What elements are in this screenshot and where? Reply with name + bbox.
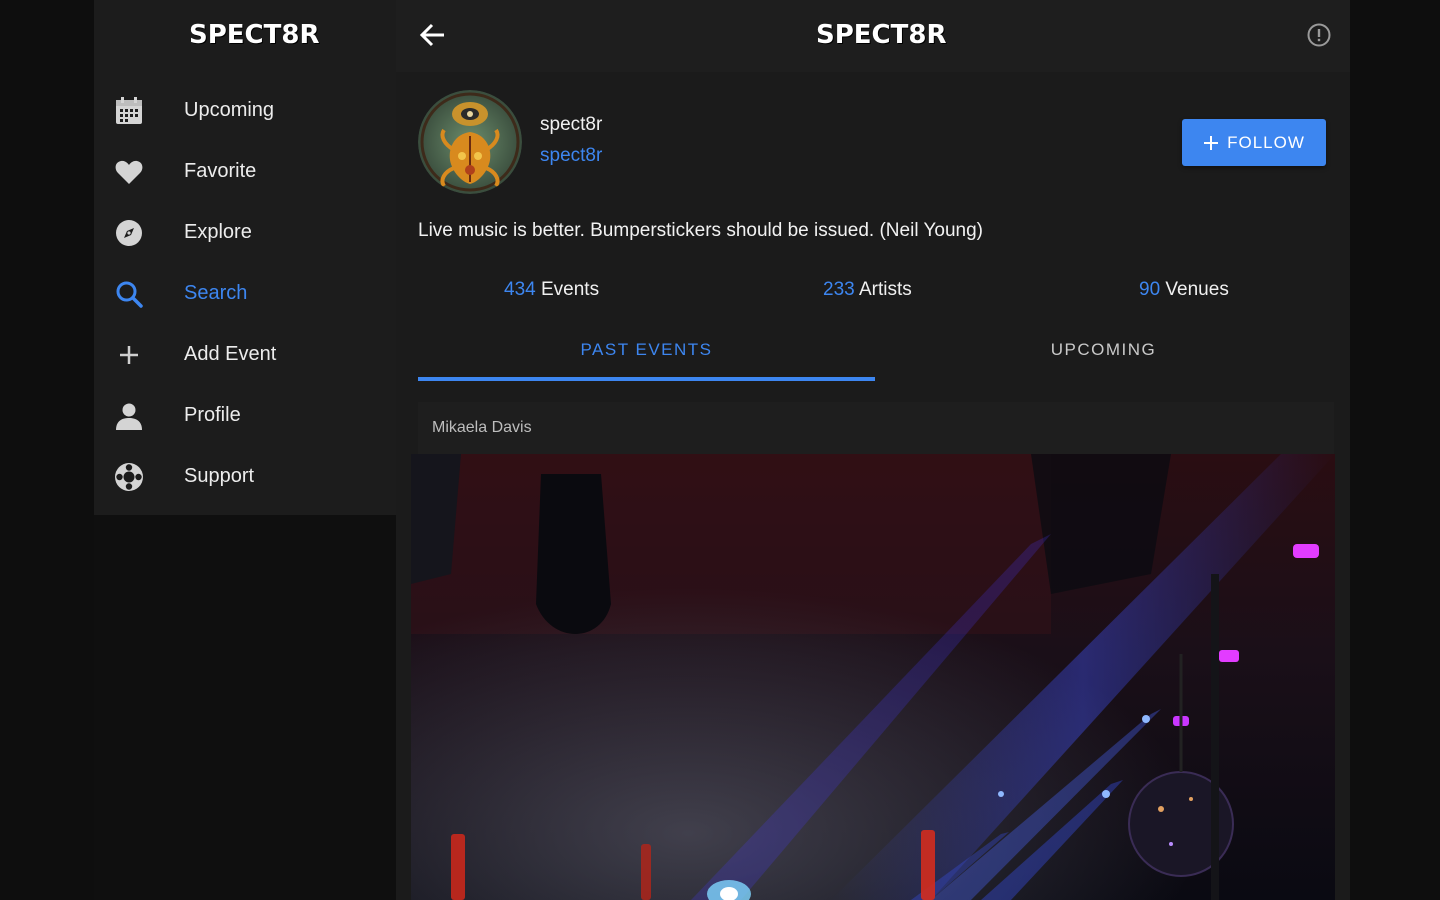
tab-active-indicator [418,377,875,381]
event-card-author: Mikaela Davis [432,419,532,436]
stat-label: Artists [858,279,912,300]
profile-handle-link[interactable]: spect8r [540,145,602,167]
search-icon [114,279,144,309]
sidebar-item-label: Profile [184,404,241,426]
sidebar-item-label: Support [184,465,255,487]
sidebar-item-label: Upcoming [184,99,275,121]
sidebar-item-label: Favorite [184,160,257,182]
sidebar-nav: Upcoming Favorite Explore Search Add Eve… [94,80,396,507]
back-arrow-icon [419,23,444,47]
info-icon [1307,23,1331,47]
follow-button-label: FOLLOW [1227,132,1305,152]
sidebar-item-upcoming[interactable]: Upcoming [94,80,396,141]
back-button[interactable] [418,20,448,50]
event-card-header[interactable]: Mikaela Davis [418,402,1334,454]
stat-label: Venues [1165,279,1229,300]
stat-venues[interactable]: 90 Venues [1139,279,1229,301]
profile-content: spect8r spect8r FOLLOW Live music is bet… [396,72,1350,900]
compass-icon [114,218,144,248]
tab-bar: PAST EVENTS UPCOMING [418,322,1332,382]
stat-artists[interactable]: 233 Artists [823,279,912,301]
info-button[interactable] [1306,22,1332,48]
tab-upcoming[interactable]: UPCOMING [875,322,1332,378]
top-app-bar: SPECT8R [396,0,1350,72]
sidebar-brand-logo[interactable]: SPECT8R [189,16,319,54]
stat-events[interactable]: 434 Events [504,279,599,301]
stat-value: 233 [823,279,855,300]
page-title: SPECT8R [816,20,947,50]
plus-icon [114,340,144,370]
plus-icon [1204,135,1219,150]
sidebar-item-favorite[interactable]: Favorite [94,141,396,202]
profile-username: spect8r [540,114,603,135]
sidebar-item-add-event[interactable]: Add Event [94,324,396,385]
sidebar-item-explore[interactable]: Explore [94,202,396,263]
sidebar-item-search[interactable]: Search [94,263,396,324]
stat-value: 434 [504,279,536,300]
avatar[interactable] [418,90,522,194]
calendar-icon [114,96,144,126]
sidebar-item-label: Explore [184,221,252,243]
follow-button[interactable]: FOLLOW [1182,119,1326,166]
lifebuoy-icon [114,462,144,492]
heart-icon [114,157,144,187]
sidebar-item-label: Add Event [184,343,277,365]
stat-value: 90 [1139,279,1161,300]
stat-label: Events [540,279,600,300]
sidebar-item-support[interactable]: Support [94,446,396,507]
person-icon [114,401,144,431]
app-window: SPECT8R Upcoming Favorite Explore Search… [94,0,1350,900]
profile-bio: Live music is better. Bumperstickers sho… [418,220,983,241]
event-photo[interactable] [411,454,1335,900]
tab-past-events[interactable]: PAST EVENTS [418,322,875,378]
sidebar-item-label: Search [184,282,248,304]
sidebar: SPECT8R Upcoming Favorite Explore Search… [94,0,396,900]
sidebar-item-profile[interactable]: Profile [94,385,396,446]
